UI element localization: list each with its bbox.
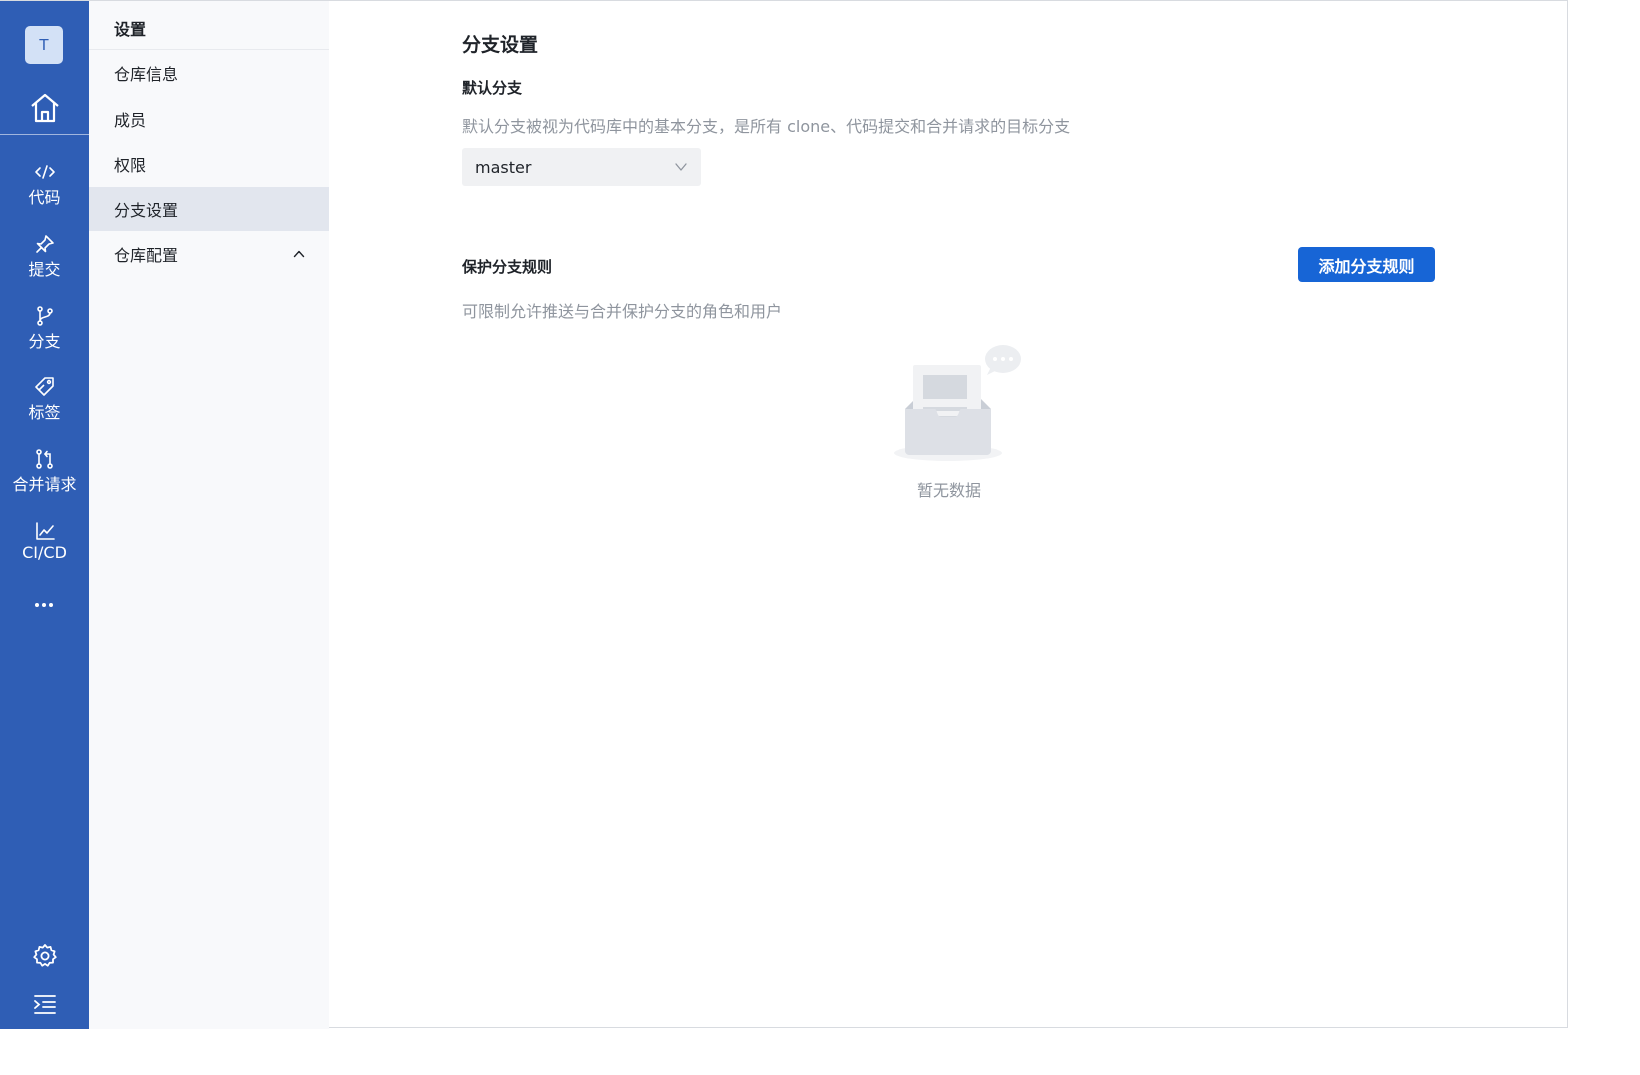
select-value: master <box>475 157 532 177</box>
default-branch-description: 默认分支被视为代码库中的基本分支，是所有 clone、代码提交和合并请求的目标分… <box>462 117 1071 136</box>
sidebar-item-label: 仓库信息 <box>114 65 179 84</box>
rail-item-label: 标签 <box>28 403 61 422</box>
rail-item-label: 代码 <box>28 188 61 207</box>
branch-icon <box>36 306 53 326</box>
page-title: 分支设置 <box>462 34 539 56</box>
collapse-menu-icon[interactable] <box>33 993 57 1015</box>
sidebar-item-permissions[interactable]: 权限 <box>89 142 329 186</box>
rail-item-label: CI/CD <box>22 543 67 562</box>
tag-icon <box>34 377 54 396</box>
empty-state-text: 暂无数据 <box>916 481 981 500</box>
more-icon[interactable] <box>29 595 59 615</box>
settings-sidebar: 设置 仓库信息 成员 权限 分支设置 仓库配置 <box>89 1 329 1029</box>
rail-item-tags[interactable]: 标签 <box>0 374 89 438</box>
avatar[interactable]: T <box>25 26 63 64</box>
rail-item-label: 分支 <box>28 332 61 351</box>
sidebar-item-label: 成员 <box>114 111 147 130</box>
merge-request-icon <box>35 449 53 469</box>
rail-item-code[interactable]: 代码 <box>0 159 89 223</box>
sidebar-item-repo-config[interactable]: 仓库配置 <box>89 232 329 276</box>
default-branch-select[interactable]: master <box>462 148 701 186</box>
sidebar-item-label: 仓库配置 <box>114 246 179 265</box>
rail-divider <box>0 134 89 135</box>
sidebar-title: 设置 <box>114 20 147 39</box>
gear-icon[interactable] <box>32 943 58 969</box>
chevron-down-icon <box>675 163 687 171</box>
empty-inbox-icon <box>894 345 1021 461</box>
chevron-up-icon <box>293 250 305 258</box>
protected-branch-description: 可限制允许推送与合并保护分支的角色和用户 <box>462 302 783 321</box>
sidebar-item-label: 分支设置 <box>114 201 179 220</box>
sidebar-item-branch-settings[interactable]: 分支设置 <box>89 187 329 231</box>
sidebar-item-label: 权限 <box>114 156 147 175</box>
add-branch-rule-button[interactable]: 添加分支规则 <box>1298 247 1435 282</box>
home-icon[interactable] <box>28 91 62 125</box>
sidebar-item-repo-info[interactable]: 仓库信息 <box>89 51 329 95</box>
rail-item-cicd[interactable]: CI/CD <box>0 518 89 582</box>
chart-icon <box>35 522 55 540</box>
sidebar-item-members[interactable]: 成员 <box>89 97 329 141</box>
code-icon <box>34 165 55 179</box>
protected-branch-heading: 保护分支规则 <box>462 258 553 276</box>
left-nav-rail: T 代码 提交 分支 标签 合并请求 CI/CD <box>0 1 89 1029</box>
rail-item-label: 合并请求 <box>12 475 77 494</box>
default-branch-heading: 默认分支 <box>462 79 523 97</box>
rail-item-branches[interactable]: 分支 <box>0 303 89 367</box>
main-content: 分支设置 默认分支 默认分支被视为代码库中的基本分支，是所有 clone、代码提… <box>329 1 1567 1027</box>
sidebar-divider <box>89 49 329 50</box>
pin-icon <box>35 235 54 253</box>
app-window: T 代码 提交 分支 标签 合并请求 CI/CD 设置 仓库信息 成员 权限 分… <box>0 0 1568 1029</box>
rail-item-merge-requests[interactable]: 合并请求 <box>0 446 89 510</box>
rail-item-commits[interactable]: 提交 <box>0 231 89 295</box>
rail-item-label: 提交 <box>28 260 61 279</box>
